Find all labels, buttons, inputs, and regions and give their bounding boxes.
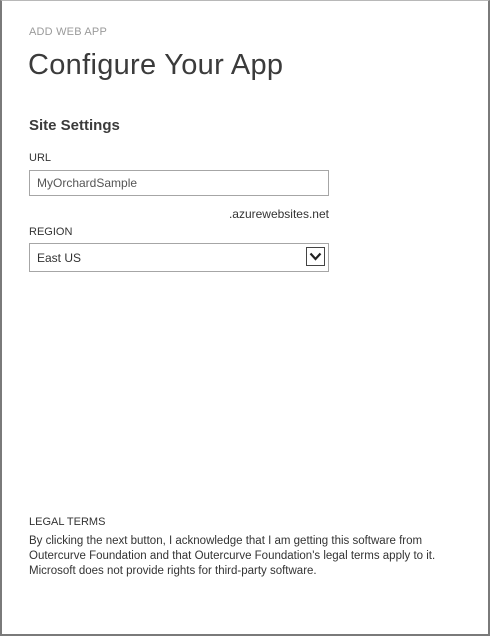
legal-terms-text: By clicking the next button, I acknowled… (29, 535, 436, 577)
url-label: URL (29, 152, 52, 164)
region-label: REGION (29, 226, 73, 238)
dialog-window: ADD WEB APP Configure Your App Site Sett… (0, 0, 490, 636)
url-input[interactable] (29, 170, 329, 196)
region-selected-value: East US (37, 251, 82, 265)
region-dropdown-button[interactable] (306, 247, 325, 266)
chevron-down-icon (309, 252, 322, 261)
region-select[interactable]: East US (29, 243, 329, 272)
site-settings-heading: Site Settings (29, 117, 120, 134)
wizard-caption: ADD WEB APP (29, 26, 107, 38)
legal-terms-heading: LEGAL TERMS (29, 516, 106, 528)
page-title: Configure Your App (28, 49, 284, 81)
url-domain-suffix: .azurewebsites.net (228, 207, 329, 221)
